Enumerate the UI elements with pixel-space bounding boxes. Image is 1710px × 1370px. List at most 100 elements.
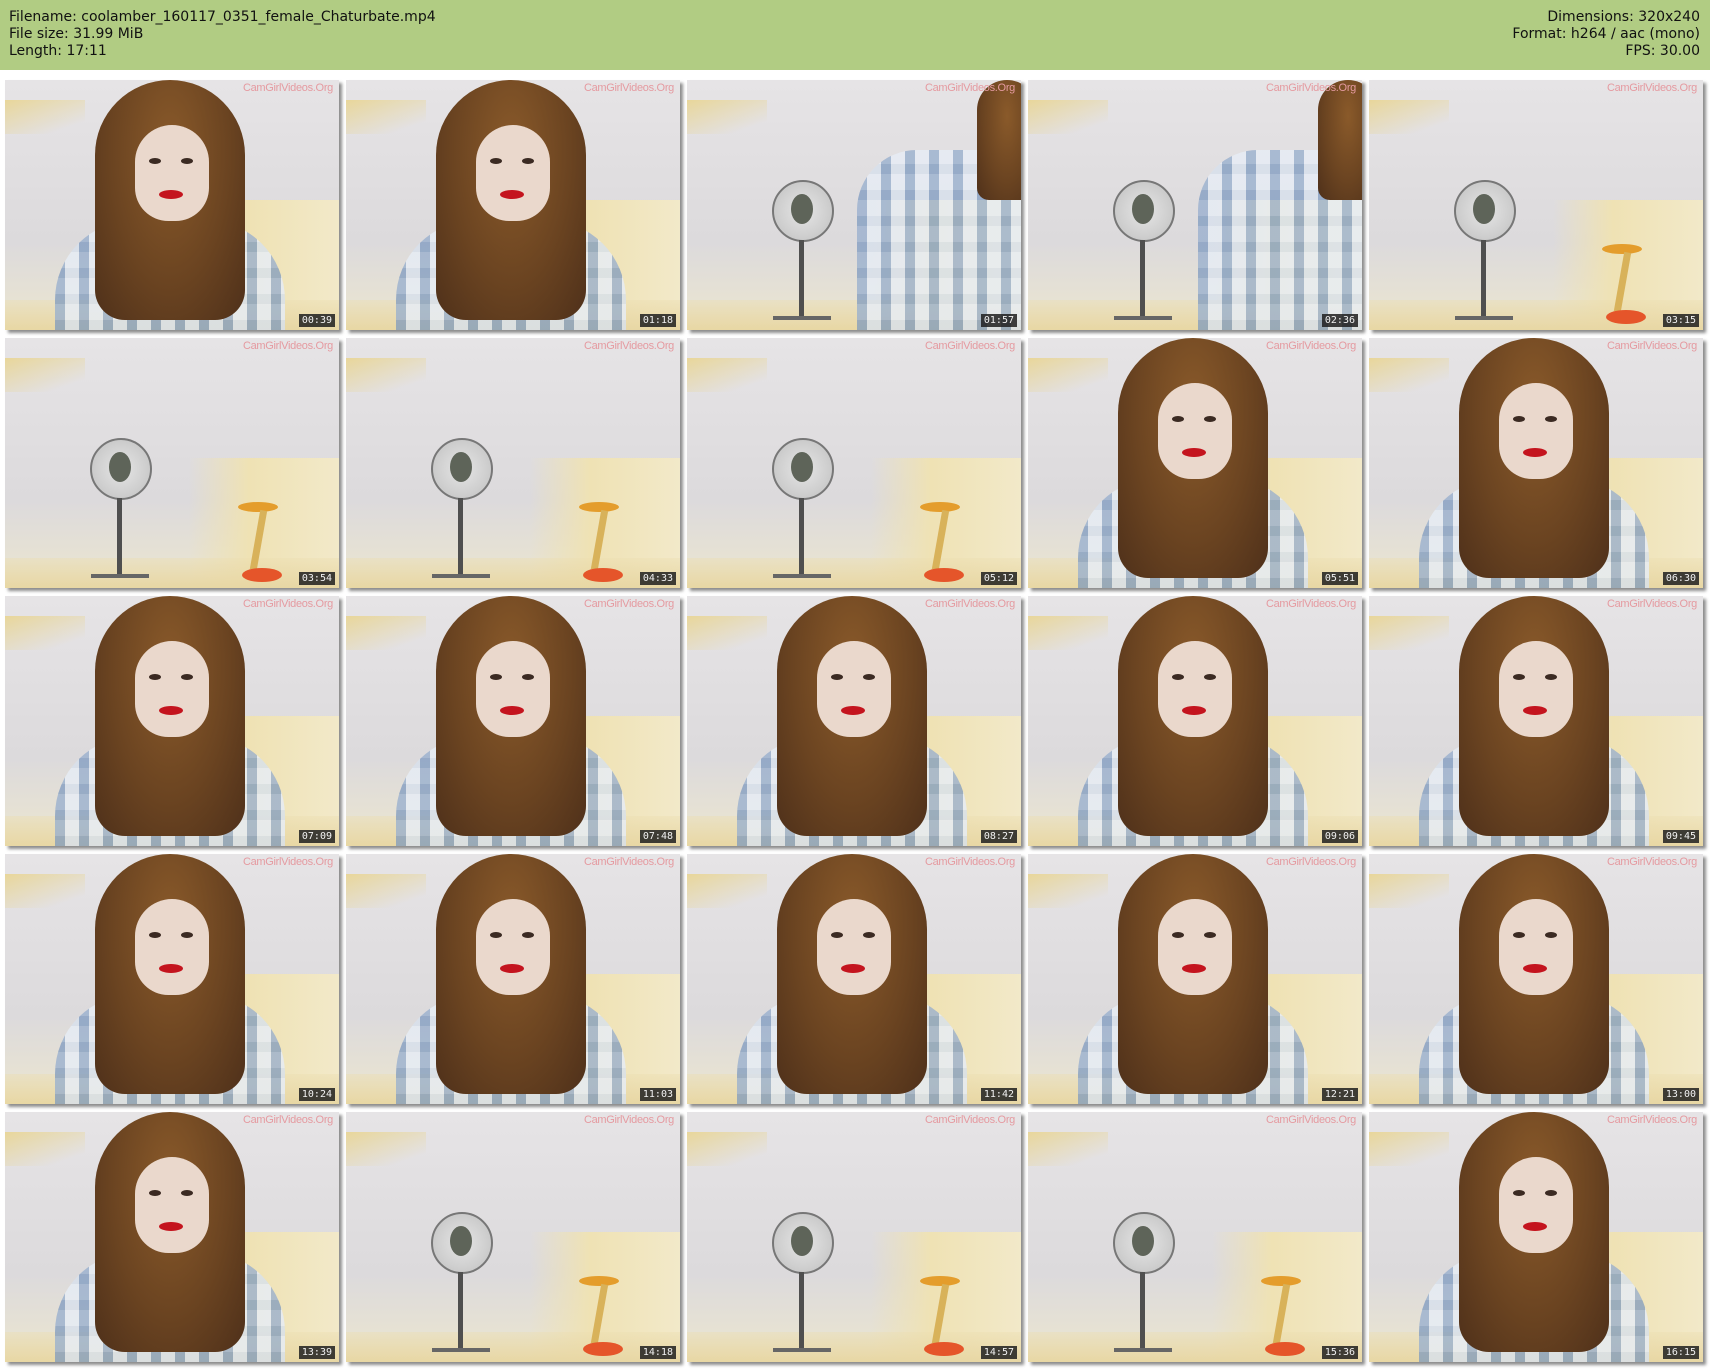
person-silhouette (1078, 596, 1308, 846)
wall-shade (346, 1132, 426, 1166)
wall-shade (1028, 1132, 1108, 1166)
floor-shape (5, 558, 339, 588)
fan-shape (426, 1212, 496, 1362)
stool-shape (579, 502, 625, 582)
stool-shape (238, 502, 284, 582)
wall-shade (687, 358, 767, 392)
watermark-text: CamGirlVideos.Org (924, 856, 1015, 868)
watermark-text: CamGirlVideos.Org (924, 1114, 1015, 1126)
format-label: Format: h264 / aac (mono) (1512, 26, 1700, 42)
video-frame-thumbnail: CamGirlVideos.Org 04:33 (346, 338, 680, 588)
video-frame-thumbnail: CamGirlVideos.Org 10:24 (5, 854, 339, 1104)
fan-shape (1108, 180, 1178, 330)
watermark-text: CamGirlVideos.Org (242, 598, 333, 610)
wall-shade (1369, 100, 1449, 134)
watermark-text: CamGirlVideos.Org (1265, 1114, 1356, 1126)
watermark-text: CamGirlVideos.Org (1265, 856, 1356, 868)
floor-shape (1369, 300, 1703, 330)
person-silhouette (1419, 596, 1649, 846)
frame-timestamp: 14:57 (980, 1346, 1017, 1359)
stool-shape (579, 1276, 625, 1356)
floor-shape (687, 558, 1021, 588)
video-frame-thumbnail: CamGirlVideos.Org 09:06 (1028, 596, 1362, 846)
fan-shape (767, 438, 837, 588)
floor-shape (1028, 1332, 1362, 1362)
wall-shade (1028, 100, 1108, 134)
thumbnail-grid: CamGirlVideos.Org 00:39 CamGirlVideos.Org 0… (5, 80, 1705, 1362)
fan-shape (767, 1212, 837, 1362)
watermark-text: CamGirlVideos.Org (1606, 1114, 1697, 1126)
fan-shape (1108, 1212, 1178, 1362)
watermark-text: CamGirlVideos.Org (924, 82, 1015, 94)
person-silhouette (857, 80, 1021, 330)
fan-shape (426, 438, 496, 588)
filesize-label: File size: 31.99 MiB (9, 26, 144, 42)
frame-timestamp: 07:48 (639, 830, 676, 843)
wall-shade (346, 358, 426, 392)
frame-timestamp: 01:18 (639, 314, 676, 327)
floor-shape (346, 558, 680, 588)
video-frame-thumbnail: CamGirlVideos.Org 14:18 (346, 1112, 680, 1362)
person-silhouette (55, 80, 285, 330)
video-frame-thumbnail: CamGirlVideos.Org 13:39 (5, 1112, 339, 1362)
stool-shape (920, 502, 966, 582)
person-silhouette (55, 854, 285, 1104)
video-frame-thumbnail: CamGirlVideos.Org 01:57 (687, 80, 1021, 330)
person-silhouette (737, 596, 967, 846)
frame-timestamp: 07:09 (298, 830, 335, 843)
stool-shape (1261, 1276, 1307, 1356)
fan-shape (85, 438, 155, 588)
watermark-text: CamGirlVideos.Org (583, 340, 674, 352)
watermark-text: CamGirlVideos.Org (924, 598, 1015, 610)
watermark-text: CamGirlVideos.Org (583, 598, 674, 610)
video-frame-thumbnail: CamGirlVideos.Org 07:48 (346, 596, 680, 846)
person-silhouette (55, 1112, 285, 1362)
frame-timestamp: 09:06 (1321, 830, 1358, 843)
watermark-text: CamGirlVideos.Org (1606, 856, 1697, 868)
watermark-text: CamGirlVideos.Org (1606, 340, 1697, 352)
wall-shade (687, 100, 767, 134)
file-info-right: Dimensions: 320x240 Format: h264 / aac (… (1512, 8, 1700, 59)
frame-timestamp: 09:45 (1662, 830, 1699, 843)
watermark-text: CamGirlVideos.Org (242, 1114, 333, 1126)
watermark-text: CamGirlVideos.Org (242, 856, 333, 868)
person-silhouette (1078, 854, 1308, 1104)
frame-timestamp: 11:03 (639, 1088, 676, 1101)
watermark-text: CamGirlVideos.Org (1606, 598, 1697, 610)
frame-timestamp: 15:36 (1321, 1346, 1358, 1359)
frame-timestamp: 00:39 (298, 314, 335, 327)
frame-timestamp: 03:54 (298, 572, 335, 585)
person-silhouette (396, 854, 626, 1104)
watermark-text: CamGirlVideos.Org (924, 340, 1015, 352)
file-info-left: Filename: coolamber_160117_0351_female_C… (9, 8, 436, 59)
video-frame-thumbnail: CamGirlVideos.Org 16:15 (1369, 1112, 1703, 1362)
video-frame-thumbnail: CamGirlVideos.Org 03:54 (5, 338, 339, 588)
length-label: Length: 17:11 (9, 43, 107, 59)
stool-shape (1602, 244, 1648, 324)
fps-label: FPS: 30.00 (1625, 43, 1700, 59)
person-silhouette (396, 596, 626, 846)
video-frame-thumbnail: CamGirlVideos.Org 05:12 (687, 338, 1021, 588)
video-frame-thumbnail: CamGirlVideos.Org 11:42 (687, 854, 1021, 1104)
fan-shape (767, 180, 837, 330)
video-frame-thumbnail: CamGirlVideos.Org 11:03 (346, 854, 680, 1104)
video-frame-thumbnail: CamGirlVideos.Org 12:21 (1028, 854, 1362, 1104)
video-frame-thumbnail: CamGirlVideos.Org 09:45 (1369, 596, 1703, 846)
frame-timestamp: 14:18 (639, 1346, 676, 1359)
person-silhouette (1419, 854, 1649, 1104)
person-silhouette (55, 596, 285, 846)
person-silhouette (1419, 338, 1649, 588)
info-header: Filename: coolamber_160117_0351_female_C… (0, 0, 1710, 70)
frame-timestamp: 04:33 (639, 572, 676, 585)
frame-timestamp: 12:21 (1321, 1088, 1358, 1101)
video-frame-thumbnail: CamGirlVideos.Org 03:15 (1369, 80, 1703, 330)
watermark-text: CamGirlVideos.Org (583, 856, 674, 868)
video-frame-thumbnail: CamGirlVideos.Org 00:39 (5, 80, 339, 330)
video-frame-thumbnail: CamGirlVideos.Org 05:51 (1028, 338, 1362, 588)
video-frame-thumbnail: CamGirlVideos.Org 08:27 (687, 596, 1021, 846)
watermark-text: CamGirlVideos.Org (1265, 340, 1356, 352)
wall-shade (5, 358, 85, 392)
watermark-text: CamGirlVideos.Org (1265, 82, 1356, 94)
person-silhouette (737, 854, 967, 1104)
video-frame-thumbnail: CamGirlVideos.Org 07:09 (5, 596, 339, 846)
